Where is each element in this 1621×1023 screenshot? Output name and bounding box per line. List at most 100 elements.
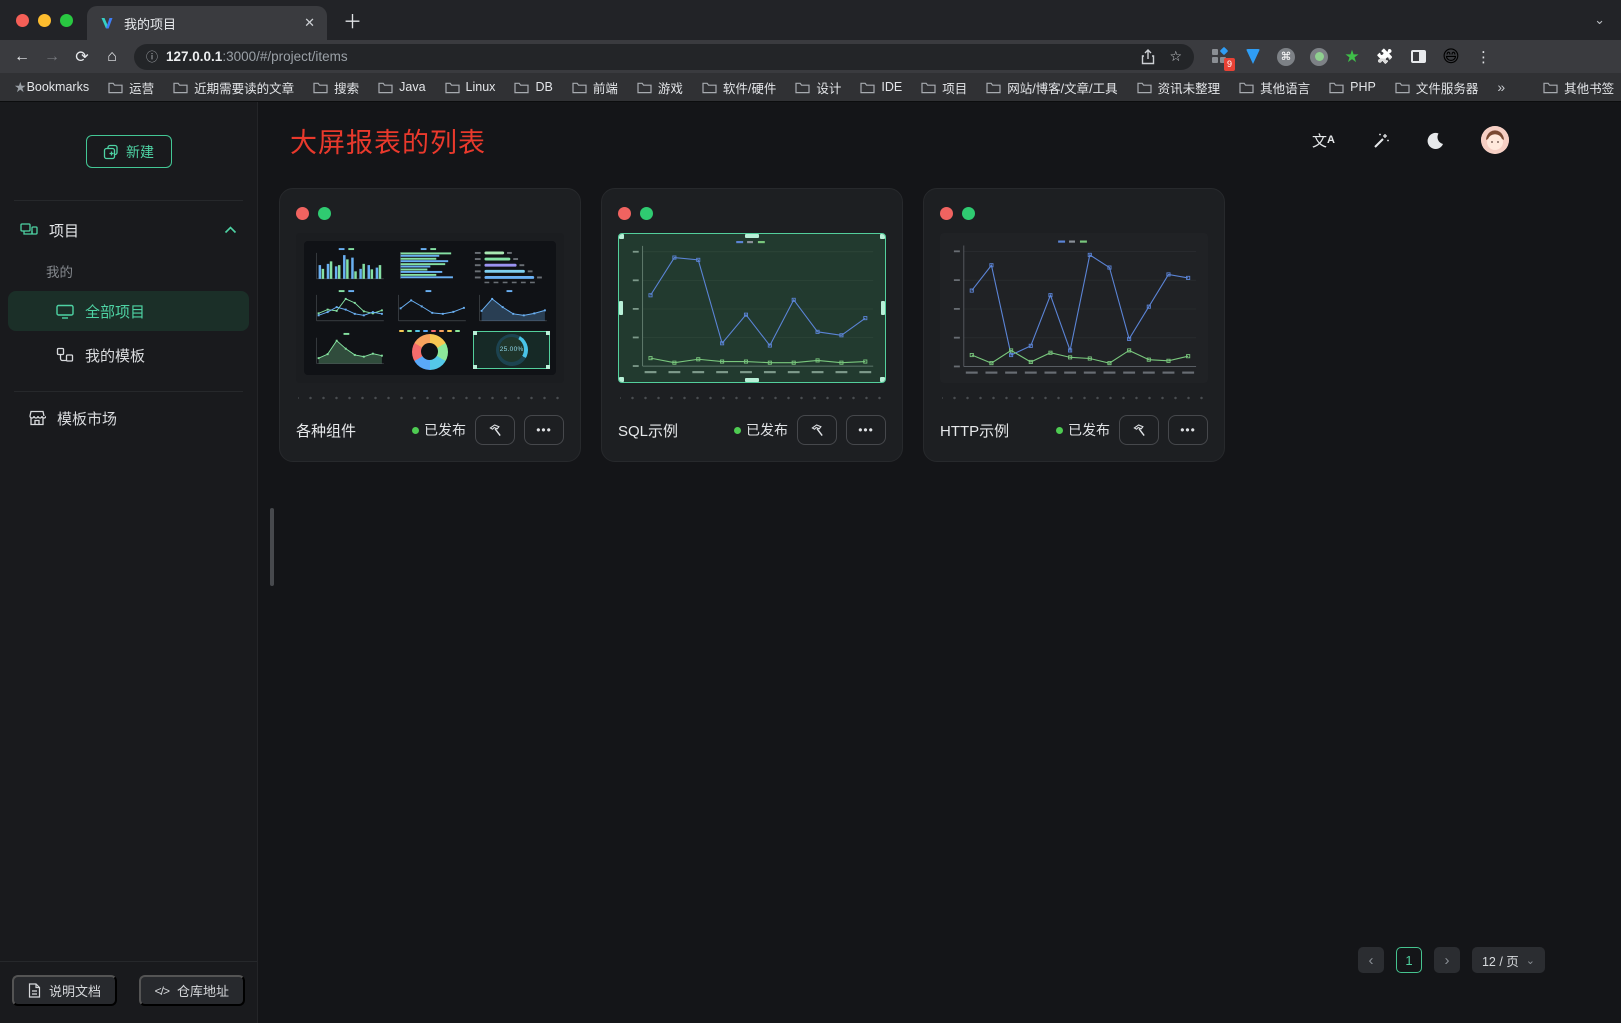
status-label: 已发布 — [424, 420, 466, 440]
back-button[interactable]: ← — [8, 44, 36, 70]
profile-avatar-icon[interactable]: 😄 — [1441, 47, 1461, 67]
next-page-button[interactable]: › — [1434, 947, 1460, 973]
mini-chart-line — [391, 288, 470, 327]
bookmark-folder[interactable]: 前端 — [572, 78, 618, 97]
bookmark-folder[interactable]: 近期需要读的文章 — [173, 78, 294, 97]
bookmark-folder[interactable]: PHP — [1329, 80, 1376, 94]
docs-button[interactable]: 说明文档 — [12, 975, 117, 1006]
status-label: 已发布 — [1068, 420, 1110, 440]
project-cards-row: 25.00% 各种组件 已发布 — [279, 188, 1621, 462]
dark-mode-moon-icon[interactable] — [1426, 131, 1445, 150]
bookmark-folder[interactable]: DB — [514, 80, 552, 94]
more-options-button[interactable]: ••• — [846, 415, 886, 445]
browser-tab[interactable]: 我的项目 ✕ — [87, 6, 327, 40]
gauge-ring: 25.00% — [496, 334, 528, 366]
new-tab-button[interactable]: ＋ — [343, 7, 362, 34]
green-star-extension-icon[interactable]: ★ — [1342, 47, 1362, 67]
new-project-button[interactable]: 新建 — [86, 135, 172, 168]
browser-menu-icon[interactable]: ⋮ — [1476, 48, 1492, 66]
window-controls[interactable] — [16, 14, 73, 27]
line-chart-preview — [940, 233, 1208, 383]
bookmark-folder[interactable]: 游戏 — [637, 78, 683, 97]
edit-hammer-button[interactable] — [1119, 415, 1159, 445]
zoom-window-button[interactable] — [60, 14, 73, 27]
other-bookmarks[interactable]: 其他书签 — [1543, 78, 1614, 97]
scrollbar-thumb[interactable] — [270, 508, 274, 586]
more-options-button[interactable]: ••• — [1168, 415, 1208, 445]
ellipsis-icon: ••• — [1180, 423, 1196, 437]
bookmark-folder[interactable]: 网站/博客/文章/工具 — [986, 78, 1117, 97]
recorder-extension-icon[interactable] — [1309, 47, 1329, 67]
project-thumbnail[interactable] — [940, 233, 1208, 383]
folder-icon — [1395, 81, 1410, 94]
folder-icon — [1329, 81, 1344, 94]
edit-hammer-button[interactable] — [475, 415, 515, 445]
mini-chart-grid: 25.00% — [304, 241, 556, 375]
project-card[interactable]: HTTP示例 已发布 ••• — [923, 188, 1225, 462]
reload-button[interactable]: ⟳ — [68, 44, 96, 70]
sidebar-item-all-projects[interactable]: 全部项目 — [8, 291, 249, 331]
bookmark-folder[interactable]: 资讯未整理 — [1137, 78, 1221, 97]
edit-hammer-button[interactable] — [797, 415, 837, 445]
chevron-up-icon[interactable] — [224, 226, 237, 234]
prev-page-button[interactable]: ‹ — [1358, 947, 1384, 973]
project-card[interactable]: 25.00% 各种组件 已发布 — [279, 188, 581, 462]
bookmarks-star-icon: ★ — [14, 79, 27, 96]
bookmark-folder[interactable]: 设计 — [795, 78, 841, 97]
extension-grid-icon[interactable]: 9 — [1210, 47, 1230, 67]
bookmarks-label: Bookmarks — [27, 80, 90, 94]
sidebar-item-my-templates[interactable]: 我的模板 — [8, 335, 249, 375]
dotted-strip — [942, 394, 1206, 402]
sidebar-item-template-market[interactable]: 模板市场 — [8, 398, 249, 438]
folder-icon — [445, 81, 460, 94]
sidebar-divider — [14, 200, 243, 201]
green-dot — [318, 207, 331, 220]
project-thumbnail[interactable]: 25.00% — [296, 233, 564, 383]
sidebar-section-project[interactable]: 项目 — [0, 207, 257, 253]
bookmark-folder[interactable]: Linux — [445, 80, 496, 94]
folder-icon — [986, 81, 1001, 94]
page-size-select[interactable]: 12 / 页 ⌄ — [1472, 947, 1545, 973]
site-info-icon[interactable]: ⓘ — [146, 48, 158, 65]
side-panel-icon[interactable] — [1408, 47, 1428, 67]
bookmarks-manager[interactable]: ★ Bookmarks — [14, 79, 89, 96]
address-bar[interactable]: ⓘ 127.0.0.1:3000/#/project/items ☆ — [134, 44, 1194, 70]
forward-button[interactable]: → — [38, 44, 66, 70]
tab-strip: 我的项目 ✕ ＋ ⌄ — [0, 0, 1621, 40]
extensions-puzzle-icon[interactable]: 🧩 — [1375, 47, 1395, 67]
browser-toolbar: ← → ⟳ ⌂ ⓘ 127.0.0.1:3000/#/project/items… — [0, 40, 1621, 73]
url-host: 127.0.0.1 — [166, 49, 222, 64]
mini-chart-hcaps — [472, 246, 551, 285]
tab-search-icon[interactable]: ⌄ — [1594, 12, 1605, 28]
bookmark-folder[interactable]: 文件服务器 — [1395, 78, 1479, 97]
tab-close-icon[interactable]: ✕ — [304, 15, 315, 31]
minimize-window-button[interactable] — [38, 14, 51, 27]
bookmarks-overflow-icon[interactable]: » — [1497, 79, 1505, 95]
status-badge: 已发布 — [734, 420, 788, 440]
vue-devtools-icon[interactable] — [1243, 47, 1263, 67]
bookmark-folder[interactable]: Java — [378, 80, 425, 94]
bookmark-folder[interactable]: 其他语言 — [1239, 78, 1310, 97]
more-options-button[interactable]: ••• — [524, 415, 564, 445]
current-page-button[interactable]: 1 — [1396, 947, 1422, 973]
project-thumbnail-selected[interactable] — [618, 233, 886, 383]
user-avatar[interactable] — [1481, 126, 1509, 154]
command-extension-icon[interactable]: ⌘ — [1276, 47, 1296, 67]
bookmark-folder[interactable]: 搜索 — [313, 78, 359, 97]
language-toggle-icon[interactable]: 文A — [1312, 130, 1335, 151]
folder-icon — [572, 81, 587, 94]
bookmark-folder[interactable]: 软件/硬件 — [702, 78, 776, 97]
docs-label: 说明文档 — [49, 981, 101, 1000]
share-icon[interactable] — [1141, 49, 1155, 65]
magic-wand-icon[interactable] — [1371, 131, 1390, 150]
folder-icon — [702, 81, 717, 94]
bookmark-folder[interactable]: IDE — [860, 80, 902, 94]
bookmark-star-icon[interactable]: ☆ — [1169, 48, 1182, 65]
project-card[interactable]: SQL示例 已发布 ••• — [601, 188, 903, 462]
bookmark-folder[interactable]: 项目 — [921, 78, 967, 97]
repository-button[interactable]: </> 仓库地址 — [139, 975, 245, 1006]
project-name: HTTP示例 — [940, 420, 1047, 441]
bookmark-folder[interactable]: 运营 — [108, 78, 154, 97]
close-window-button[interactable] — [16, 14, 29, 27]
home-button[interactable]: ⌂ — [98, 44, 126, 70]
